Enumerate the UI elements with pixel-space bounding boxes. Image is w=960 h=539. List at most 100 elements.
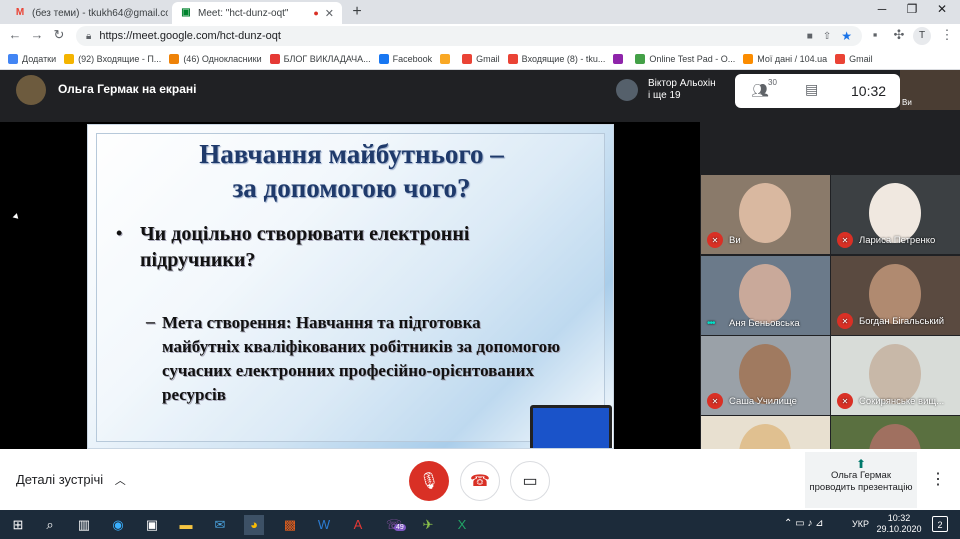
bookmark-favicon-icon (269, 53, 280, 64)
new-tab-button[interactable]: + (348, 3, 366, 21)
star-icon[interactable]: ★ (841, 29, 852, 43)
bookmark-label: Online Test Pad - O... (649, 53, 736, 64)
bookmark-item[interactable]: Gmail (462, 53, 500, 64)
video-camera-icon: ▭ (522, 473, 538, 490)
mic-muted-icon: ✕ (707, 393, 723, 409)
bookmark-favicon-icon (64, 53, 75, 64)
chrome-icon[interactable]: ◕ (244, 515, 264, 535)
edge-icon[interactable]: ◉ (108, 515, 128, 535)
mic-muted-icon: ✕ (837, 393, 853, 409)
leave-call-button[interactable]: ☎︎ (460, 461, 500, 501)
bookmark-item[interactable]: Online Test Pad - O... (635, 53, 736, 64)
present-status-button[interactable]: ⬆︎ Ольга Гермак проводить презентацію (805, 452, 917, 508)
speaking-indicator-icon: ••• (707, 318, 716, 329)
participant-tile[interactable]: ✕ Саша Училище (701, 336, 830, 415)
puzzle-icon[interactable]: ✣ (890, 27, 908, 43)
excel-icon[interactable]: X (452, 515, 472, 535)
bookmark-item[interactable]: Мої дані / 104.ua (743, 53, 828, 64)
participant-tile[interactable]: ••• Аня Беньовська (701, 256, 830, 335)
bookmark-item[interactable]: Gmail (835, 53, 873, 64)
slide-title-line1: Навчання майбутнього – (199, 139, 504, 169)
bullet-icon: • (116, 223, 123, 243)
participant-label: ✕ Ви (707, 232, 741, 248)
participant-tile[interactable]: ✕ Лариса Петренко (831, 175, 960, 254)
bookmark-favicon-icon (635, 53, 646, 64)
presenter-title: Ольга Гермак на екрані (58, 82, 197, 96)
bookmark-favicon-icon (8, 53, 18, 64)
notifications-icon[interactable]: 2 (932, 516, 948, 532)
profile-avatar[interactable]: T (913, 27, 931, 45)
bookmark-item[interactable]: Facebook (378, 53, 432, 64)
bookmark-favicon-icon (507, 53, 518, 64)
clock[interactable]: 10:32 29.10.2020 (874, 513, 924, 535)
recording-dot-icon: ● (313, 8, 319, 18)
bookmark-item[interactable]: (92) Входящие - П... (64, 53, 161, 64)
participant-video (739, 183, 791, 243)
more-options-icon[interactable]: ⋮ (930, 469, 946, 489)
participant-label: ✕ Лариса Петренко (837, 232, 935, 248)
mic-off-icon: 🎙︎ (418, 473, 440, 490)
self-view[interactable]: Ви (900, 70, 960, 110)
tab-gmail[interactable]: M (без теми) - tkukh64@gmail.com ✕ (6, 2, 168, 24)
avatar (16, 75, 46, 105)
bookmark-favicon-icon (440, 53, 451, 64)
mail-icon[interactable]: ✉ (210, 515, 230, 535)
folder-icon[interactable]: ▬ (176, 515, 196, 535)
meeting-details-button[interactable]: Деталі зустрічі ︿ (16, 472, 126, 488)
meet-icon: ▣ (181, 7, 191, 18)
menu-dots-icon[interactable]: ⋮ (938, 27, 956, 43)
word-icon[interactable]: W (314, 515, 334, 535)
participant-name: Лариса Петренко (859, 234, 936, 246)
participant-chip[interactable]: Віктор Альохін і ще 19 (616, 76, 716, 104)
bookmark-item[interactable] (613, 53, 627, 64)
bookmark-label: Мої дані / 104.ua (757, 53, 828, 64)
participant-label: ✕ Саша Училище (707, 393, 797, 409)
maximize-button[interactable]: ❐ (898, 2, 926, 16)
chat-icon[interactable]: ▤ (805, 81, 818, 98)
windows-taskbar: ⊞ ⌕ ▥ ◉ ▣ ▬ ✉ ◕ ▩ W A ☏ 49 ✈ X ⌃ ▭ ♪ ⊿ У… (0, 510, 960, 539)
bookmark-label: Gmail (476, 53, 500, 64)
participant-more: і ще 19 (648, 90, 681, 101)
participant-tile[interactable]: ✕ Богдан Бігальський (831, 256, 960, 335)
forward-arrow-icon[interactable]: → (28, 27, 46, 42)
task-view-icon[interactable]: ▥ (74, 515, 94, 535)
viber-badge: 49 (394, 524, 406, 531)
app-icon[interactable]: ✈ (418, 515, 438, 535)
language-indicator[interactable]: УКР (852, 519, 869, 529)
reload-icon[interactable]: ↻ (50, 27, 68, 43)
close-window-button[interactable]: ✕ (928, 2, 956, 16)
url-field[interactable]: 🔒︎ https://meet.google.com/hct-dunz-oqt … (76, 26, 862, 46)
bookmark-item[interactable]: БЛОГ ВИКЛАДАЧА... (269, 53, 371, 64)
presenting-status: проводить презентацію (809, 482, 913, 493)
mic-toggle-button[interactable]: 🎙︎ (409, 461, 449, 501)
bookmark-item[interactable]: (46) Однокласники (169, 53, 262, 64)
participant-tile[interactable]: ✕ Сокирянське вищ... (831, 336, 960, 415)
avatar (616, 79, 638, 101)
back-arrow-icon[interactable]: ← (6, 27, 24, 42)
store-icon[interactable]: ▣ (142, 515, 162, 535)
participant-tile[interactable]: ✕ Ви (701, 175, 830, 254)
bookmark-favicon-icon (743, 53, 754, 64)
bookmark-item[interactable] (440, 53, 454, 64)
bookmark-label: Додатки (22, 53, 57, 64)
camera-toggle-button[interactable]: ▭ (510, 461, 550, 501)
tab-meet[interactable]: ▣ Meet: "hct-dunz-oqt" ● ✕ (172, 2, 342, 24)
clock-date: 29.10.2020 (876, 524, 922, 534)
presentation-stage: Навчання майбутнього – за допомогою чого… (0, 122, 700, 449)
tray-icons[interactable]: ⌃ ▭ ♪ ⊿ (784, 518, 824, 529)
acrobat-icon[interactable]: A (348, 515, 368, 535)
minimize-button[interactable]: ─ (868, 2, 896, 16)
bookmark-label: (46) Однокласники (183, 53, 262, 64)
powerpoint-icon[interactable]: ▩ (280, 515, 300, 535)
chevron-up-icon: ︿ (114, 475, 126, 487)
share-icon[interactable]: ⇧ (823, 31, 831, 42)
bookmark-item[interactable]: Додатки (8, 53, 57, 64)
extension-icon[interactable]: ▪ (866, 27, 884, 42)
close-icon[interactable]: ✕ (325, 7, 334, 20)
camera-icon[interactable]: ■ (807, 31, 813, 42)
bookmark-item[interactable]: Входящие (8) - tku... (507, 53, 605, 64)
windows-start-icon[interactable]: ⊞ (8, 515, 28, 535)
dash-icon: – (146, 311, 155, 331)
people-icon[interactable]: 👥︎ (751, 82, 769, 99)
search-icon[interactable]: ⌕ (40, 515, 60, 535)
